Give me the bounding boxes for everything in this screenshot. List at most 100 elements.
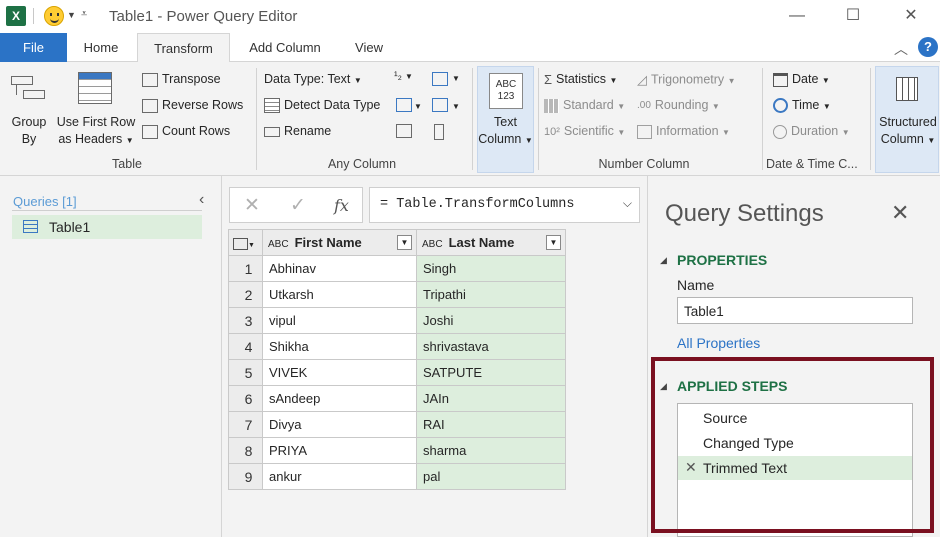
filter-dropdown-icon[interactable]: ▼ [397,235,412,250]
rename-button[interactable]: Rename [264,124,331,138]
text-column-button[interactable]: ABC 123 Text Column ▼ [477,66,534,173]
table-menu-cell[interactable]: ▼ [228,229,263,256]
pivot-column-icon[interactable] [432,72,448,86]
abc-glyph: ABC [495,79,517,90]
table-row[interactable]: 3 vipul Joshi [228,307,566,334]
all-properties-link[interactable]: All Properties [677,335,760,351]
query-settings-title: Query Settings [665,200,824,227]
chevron-down-icon: ▼ [452,74,460,83]
data-grid: ▼ ABC First Name ▼ ABC Last Name ▼ 1 Abhinav S… [228,229,566,490]
transpose-button[interactable]: Transpose [142,72,221,87]
fill-menu-button[interactable]: ▼ [414,98,422,112]
information-button[interactable]: Information ▼ [637,124,730,139]
first-row-headers-button[interactable]: Use First Row as Headers ▼ [54,114,138,149]
table-row[interactable]: 7 Divya RAI [228,411,566,438]
structured-column-icon [896,77,918,101]
cell-last-name[interactable]: Joshi [416,307,566,334]
cell-first-name[interactable]: Shikha [262,333,417,360]
table-row[interactable]: 4 Shikha shrivastava [228,333,566,360]
cell-first-name[interactable]: Abhinav [262,255,417,282]
tab-transform[interactable]: Transform [137,33,230,63]
ribbon-separator [870,68,871,170]
table-row[interactable]: 5 VIVEK SATPUTE [228,359,566,386]
filter-dropdown-icon[interactable]: ▼ [546,235,561,250]
standard-button[interactable]: Standard ▼ [544,98,625,113]
minimize-button[interactable]: — [782,4,812,28]
standard-label: Standard [563,98,614,112]
cell-first-name[interactable]: PRIYA [262,437,417,464]
formula-bar: ✕ ✓ fx = Table.TransformColumns ⌵ [229,187,640,223]
reverse-rows-button[interactable]: Reverse Rows [142,98,243,113]
cell-first-name[interactable]: vipul [262,307,417,334]
properties-header: PROPERTIES [677,252,768,268]
cell-last-name[interactable]: shrivastava [416,333,566,360]
trigonometry-button[interactable]: ◿ Trigonometry ▼ [637,72,736,88]
pivot-menu-button[interactable]: ▼ [452,70,460,84]
duration-button[interactable]: Duration ▼ [773,124,850,139]
fill-down-icon[interactable] [396,98,412,112]
query-item-table1[interactable]: Table1 [12,215,202,239]
column-header-last-name[interactable]: ABC Last Name ▼ [416,229,566,256]
fx-icon[interactable]: fx [334,196,349,215]
table-row[interactable]: 8 PRIYA sharma [228,437,566,464]
replace-values-button[interactable]: ¹₂ ▼ [394,70,413,82]
convert-to-list-icon[interactable] [396,124,412,138]
count-rows-button[interactable]: Count Rows [142,124,230,139]
table-row[interactable]: 1 Abhinav Singh [228,255,566,282]
maximize-button[interactable]: ☐ [838,4,868,28]
cell-last-name[interactable]: Tripathi [416,281,566,308]
table-row[interactable]: 2 Utkarsh Tripathi [228,281,566,308]
detect-data-type-button[interactable]: Detect Data Type [264,98,380,114]
tab-view[interactable]: View [342,33,396,62]
cell-first-name[interactable]: Divya [262,411,417,438]
customize-toolbar-icon[interactable]: ⩡ [81,8,87,21]
commit-formula-icon[interactable]: ✓ [290,194,306,217]
tab-file[interactable]: File [0,33,67,62]
count-rows-label: Count Rows [162,124,231,138]
cell-first-name[interactable]: sAndeep [262,385,417,412]
cell-first-name[interactable]: Utkarsh [262,281,417,308]
close-pane-icon[interactable]: ✕ [891,200,909,226]
tab-add-column[interactable]: Add Column [236,33,334,62]
cell-last-name[interactable]: sharma [416,437,566,464]
text-type-icon: ABC [268,239,289,250]
mark-as-key-icon[interactable] [434,124,444,140]
transpose-label: Transpose [162,72,221,86]
cancel-formula-icon[interactable]: ✕ [244,194,260,217]
cell-last-name[interactable]: JAIn [416,385,566,412]
collapse-pane-icon[interactable]: ‹ [199,191,204,209]
close-button[interactable]: ✕ [896,4,926,28]
help-button[interactable]: ? [918,37,938,57]
ribbon-separator [762,68,763,170]
date-button[interactable]: Date ▼ [773,72,830,87]
rounding-button[interactable]: .00 Rounding ▼ [637,98,720,112]
data-type-dropdown[interactable]: Data Type: Text ▼ [264,72,362,86]
statistics-button[interactable]: Σ Statistics ▼ [544,72,617,87]
table-row[interactable]: 6 sAndeep JAIn [228,385,566,412]
query-name-input[interactable]: Table1 [677,297,913,324]
move-column-icon[interactable] [432,98,448,112]
tab-home[interactable]: Home [72,33,130,62]
column-header-label: Last Name [448,235,515,250]
cell-last-name[interactable]: pal [416,463,566,490]
move-menu-button[interactable]: ▼ [452,98,460,112]
cell-first-name[interactable]: ankur [262,463,417,490]
cell-last-name[interactable]: RAI [416,411,566,438]
collapse-triangle-icon[interactable]: ◢ [660,255,667,266]
expand-formula-icon[interactable]: ⌵ [623,196,632,211]
chevron-down-icon[interactable]: ▼ [67,10,76,20]
cell-last-name[interactable]: SATPUTE [416,359,566,386]
cell-last-name[interactable]: Singh [416,255,566,282]
group-label-any-column: Any Column [327,157,397,171]
cell-first-name[interactable]: VIVEK [262,359,417,386]
formula-input[interactable]: = Table.TransformColumns ⌵ [369,187,640,223]
time-button[interactable]: Time ▼ [773,98,831,114]
column-header-first-name[interactable]: ABC First Name ▼ [262,229,417,256]
table-row[interactable]: 9 ankur pal [228,463,566,490]
collapse-ribbon-icon[interactable]: ︿ [894,39,908,59]
group-by-button[interactable]: Group By [6,114,52,148]
structured-column-button[interactable]: Structured Column ▼ [875,66,939,173]
smiley-feedback-icon[interactable] [44,6,64,26]
text-column-icon: ABC 123 [489,73,523,109]
scientific-button[interactable]: 10² Scientific ▼ [544,124,625,138]
